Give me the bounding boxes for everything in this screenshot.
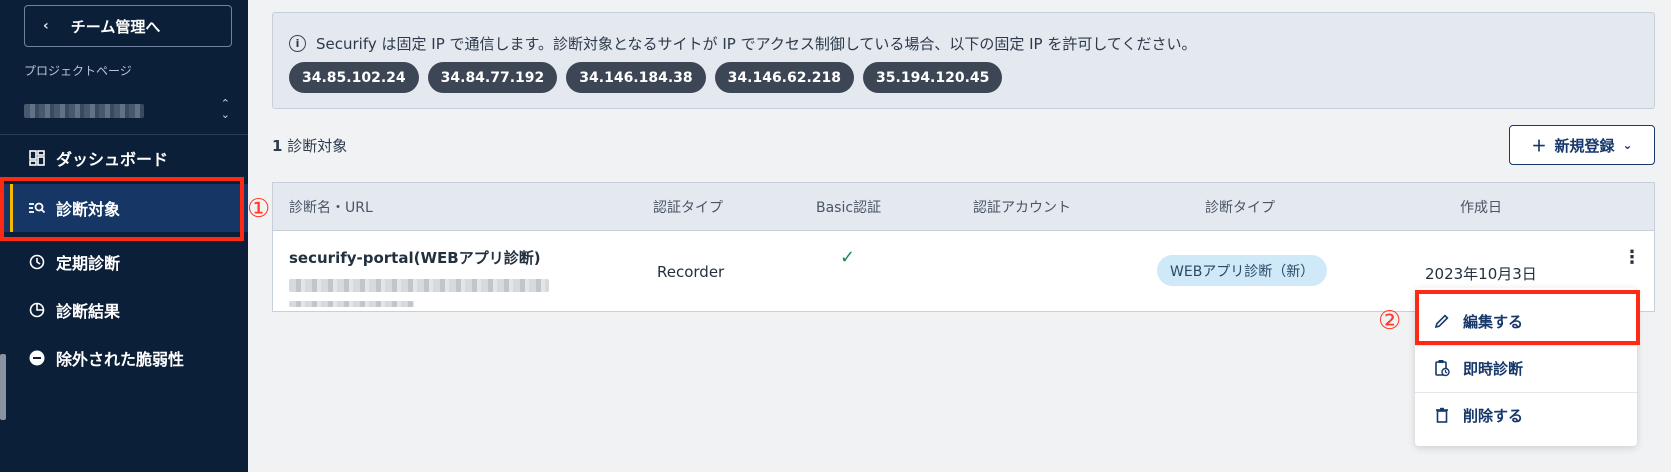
sidebar-item-results[interactable]: 診断結果: [0, 286, 248, 334]
sidebar-item-excluded[interactable]: 除外された脆弱性: [0, 334, 248, 382]
ip-list: 34.85.102.24 34.84.77.192 34.146.184.38 …: [289, 62, 1003, 93]
menu-item-label: 即時診断: [1463, 359, 1524, 378]
sidebar: ‹ チーム管理へ プロジェクトページ ⌃ ⌄ ダッシュボード 診断対象 定期診断 …: [0, 0, 248, 472]
auth-type-value: Recorder: [657, 263, 725, 281]
back-to-team-label: チーム管理へ: [70, 17, 161, 36]
clock-icon: [28, 253, 46, 271]
sidebar-item-scheduled[interactable]: 定期診断: [0, 238, 248, 286]
trash-icon: [1433, 407, 1451, 423]
chevron-updown-icon: ⌃ ⌄: [220, 97, 230, 121]
pie-chart-icon: [28, 301, 46, 319]
ip-chip: 35.194.120.45: [863, 62, 1003, 93]
clipboard-clock-icon: [1433, 359, 1451, 377]
sidebar-item-dashboard[interactable]: ダッシュボード: [0, 134, 248, 182]
check-icon: ✓: [840, 247, 856, 268]
sidebar-item-label: ダッシュボード: [56, 150, 169, 169]
target-count-number: 1: [272, 137, 283, 155]
created-date: 2023年10月3日: [1425, 265, 1537, 283]
info-icon: i: [289, 35, 306, 52]
ip-chip: 34.146.62.218: [714, 62, 855, 93]
annotation-marker-two: ②: [1378, 306, 1402, 336]
menu-item-scan-now[interactable]: 即時診断: [1415, 345, 1637, 391]
target-count-label: 診断対象: [287, 137, 348, 155]
target-url-redacted: [289, 301, 414, 307]
back-to-team-button[interactable]: ‹ チーム管理へ: [24, 5, 232, 47]
fixed-ip-notice: i Securify は固定 IP で通信します。診断対象となるサイトが IP …: [272, 12, 1655, 109]
column-header-scan-type: 診断タイプ: [1205, 200, 1275, 216]
column-header-name: 診断名・URL: [289, 200, 373, 216]
highlight-box-targets: [0, 177, 244, 241]
menu-item-label: 削除する: [1463, 406, 1524, 425]
plus-icon: ＋: [1531, 136, 1547, 155]
column-header-auth-type: 認証タイプ: [653, 200, 723, 216]
new-registration-label: 新規登録: [1554, 136, 1615, 155]
project-name-redacted: [24, 104, 144, 118]
target-count: 1 診断対象: [272, 135, 347, 156]
new-registration-button[interactable]: ＋ 新規登録 ⌄: [1509, 125, 1655, 165]
ip-chip: 34.85.102.24: [289, 62, 419, 93]
dashboard-icon: [28, 149, 46, 167]
chevron-left-icon: ‹: [43, 18, 49, 34]
target-url-redacted: [289, 279, 549, 292]
table-header: 診断名・URL 認証タイプ Basic認証 認証アカウント 診断タイプ 作成日: [273, 183, 1654, 231]
sidebar-item-label: 診断結果: [56, 302, 121, 321]
menu-item-delete[interactable]: 削除する: [1415, 392, 1637, 438]
ip-chip: 34.84.77.192: [427, 62, 558, 93]
highlight-box-edit: [1415, 290, 1640, 345]
notice-message: Securify は固定 IP で通信します。診断対象となるサイトが IP でア…: [316, 35, 1197, 53]
ip-chip: 34.146.184.38: [566, 62, 706, 93]
column-header-auth-account: 認証アカウント: [973, 200, 1071, 216]
sidebar-item-label: 定期診断: [56, 254, 121, 273]
target-name[interactable]: securify-portal(WEBアプリ診断): [289, 247, 541, 268]
chevron-down-icon: ⌄: [1622, 138, 1633, 152]
project-selector[interactable]: ⌃ ⌄: [24, 98, 232, 124]
column-header-basic-auth: Basic認証: [816, 200, 882, 216]
scan-type-badge: WEBアプリ診断（新）: [1157, 255, 1328, 286]
more-vert-icon[interactable]: ⋮: [1623, 247, 1641, 268]
sidebar-item-label: 除外された脆弱性: [56, 350, 185, 369]
column-header-created: 作成日: [1460, 200, 1502, 216]
minus-circle-icon: [28, 349, 46, 367]
annotation-marker-one: ①: [247, 194, 271, 224]
project-page-label: プロジェクトページ: [24, 64, 132, 78]
